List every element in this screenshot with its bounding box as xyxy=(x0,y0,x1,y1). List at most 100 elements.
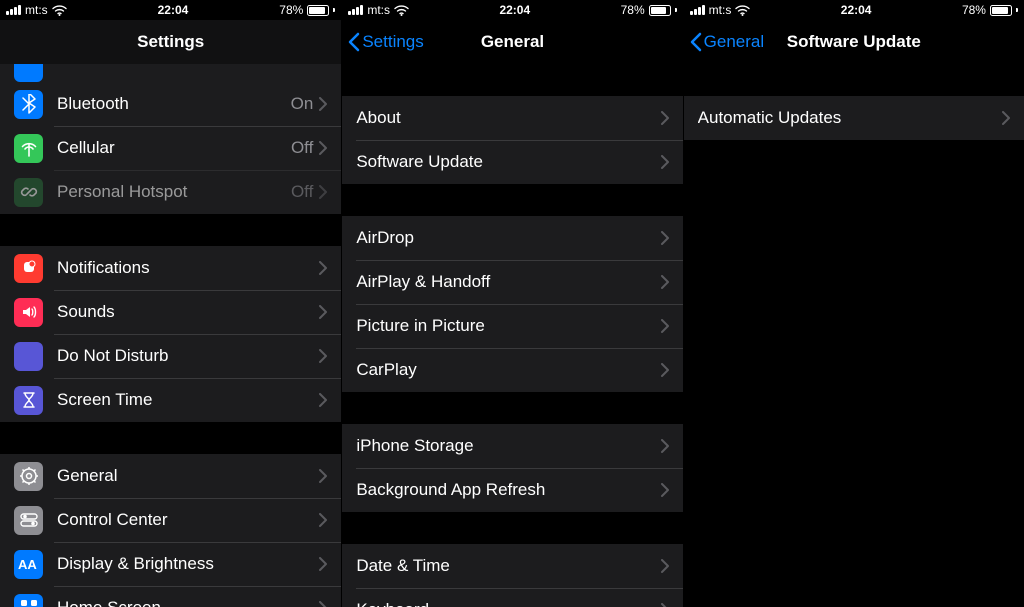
settings-row[interactable]: Control Center xyxy=(0,498,341,542)
status-bar: mt:s 22:04 78% xyxy=(0,0,341,20)
cell-label: General xyxy=(57,466,319,486)
cell-label: Software Update xyxy=(356,152,660,172)
settings-row[interactable]: Cellular Off xyxy=(0,126,341,170)
cell-label: Cellular xyxy=(57,138,291,158)
settings-row[interactable]: Notifications xyxy=(0,246,341,290)
settings-row[interactable]: Software Update xyxy=(342,140,682,184)
settings-row[interactable]: Home Screen xyxy=(0,586,341,607)
cell-value: Off xyxy=(291,138,313,158)
nav-title: Settings xyxy=(137,32,204,52)
battery-percent: 78% xyxy=(962,3,986,17)
chevron-right-icon xyxy=(319,469,327,483)
nav-bar: Settings General xyxy=(342,20,682,64)
chevron-right-icon xyxy=(661,439,669,453)
partial-row xyxy=(0,64,341,82)
signal-bars-icon xyxy=(690,5,705,15)
grid-icon xyxy=(14,594,43,607)
nav-back-button[interactable]: General xyxy=(690,20,764,64)
battery-percent: 78% xyxy=(621,3,645,17)
signal-bars-icon xyxy=(6,5,21,15)
status-bar: mt:s 22:04 78% xyxy=(342,0,682,20)
cell-label: Personal Hotspot xyxy=(57,182,291,202)
chevron-right-icon xyxy=(661,231,669,245)
settings-row[interactable]: About xyxy=(342,96,682,140)
link-icon xyxy=(14,178,43,207)
settings-row[interactable]: Sounds xyxy=(0,290,341,334)
chevron-right-icon xyxy=(319,261,327,275)
settings-row[interactable]: Background App Refresh xyxy=(342,468,682,512)
cell-label: Sounds xyxy=(57,302,319,322)
settings-row[interactable]: AirDrop xyxy=(342,216,682,260)
settings-row[interactable]: Screen Time xyxy=(0,378,341,422)
nav-bar: Settings xyxy=(0,20,341,64)
chevron-right-icon xyxy=(661,483,669,497)
nav-back-label: General xyxy=(704,32,764,52)
phone-screen: mt:s 22:04 78% Settings General About So… xyxy=(341,0,682,607)
settings-row[interactable]: Date & Time xyxy=(342,544,682,588)
cell-label: Display & Brightness xyxy=(57,554,319,574)
settings-group: iPhone Storage Background App Refresh xyxy=(342,424,682,512)
settings-row[interactable]: Keyboard xyxy=(342,588,682,607)
settings-group: Bluetooth On Cellular Off Personal Hotsp… xyxy=(0,82,341,214)
cell-label: Do Not Disturb xyxy=(57,346,319,366)
switches-icon xyxy=(14,506,43,535)
chevron-right-icon xyxy=(661,155,669,169)
settings-row[interactable]: Do Not Disturb xyxy=(0,334,341,378)
chevron-right-icon xyxy=(319,601,327,607)
cell-label: Date & Time xyxy=(356,556,660,576)
hourglass-icon xyxy=(14,386,43,415)
cell-label: Bluetooth xyxy=(57,94,291,114)
scroll-area[interactable]: Bluetooth On Cellular Off Personal Hotsp… xyxy=(0,64,341,607)
scroll-area[interactable]: Automatic Updates xyxy=(684,64,1024,607)
wifi-icon xyxy=(52,5,67,16)
settings-row[interactable]: Bluetooth On xyxy=(0,82,341,126)
carrier-label: mt:s xyxy=(367,3,390,17)
nav-bar: General Software Update xyxy=(684,20,1024,64)
settings-row[interactable]: AA Display & Brightness xyxy=(0,542,341,586)
cell-label: Screen Time xyxy=(57,390,319,410)
scroll-area[interactable]: About Software Update AirDrop AirPlay & … xyxy=(342,64,682,607)
battery-percent: 78% xyxy=(279,3,303,17)
cell-label: Background App Refresh xyxy=(356,480,660,500)
chevron-left-icon xyxy=(690,32,702,52)
bell-icon xyxy=(14,254,43,283)
phone-screen: mt:s 22:04 78% General Software Update A… xyxy=(683,0,1024,607)
settings-row[interactable]: Automatic Updates xyxy=(684,96,1024,140)
cell-label: Keyboard xyxy=(356,600,660,607)
nav-title: Software Update xyxy=(787,32,921,52)
settings-row[interactable]: iPhone Storage xyxy=(342,424,682,468)
settings-row[interactable]: Personal Hotspot Off xyxy=(0,170,341,214)
nav-back-button[interactable]: Settings xyxy=(348,20,423,64)
carrier-label: mt:s xyxy=(709,3,732,17)
aa-icon: AA xyxy=(14,550,43,579)
chevron-right-icon xyxy=(319,557,327,571)
settings-group: About Software Update xyxy=(342,96,682,184)
chevron-right-icon xyxy=(319,513,327,527)
battery-icon xyxy=(990,5,1012,16)
status-bar: mt:s 22:04 78% xyxy=(684,0,1024,20)
cell-label: Automatic Updates xyxy=(698,108,1002,128)
nav-title: General xyxy=(481,32,544,52)
cell-label: CarPlay xyxy=(356,360,660,380)
chevron-right-icon xyxy=(319,141,327,155)
chevron-right-icon xyxy=(1002,111,1010,125)
chevron-right-icon xyxy=(319,185,327,199)
settings-row[interactable]: General xyxy=(0,454,341,498)
battery-icon xyxy=(649,5,671,16)
settings-row[interactable]: CarPlay xyxy=(342,348,682,392)
bluetooth-icon xyxy=(14,90,43,119)
settings-group: Notifications Sounds Do Not Disturb Scre… xyxy=(0,246,341,422)
antenna-icon xyxy=(14,134,43,163)
settings-row[interactable]: AirPlay & Handoff xyxy=(342,260,682,304)
cell-label: iPhone Storage xyxy=(356,436,660,456)
settings-row[interactable]: Picture in Picture xyxy=(342,304,682,348)
settings-group: AirDrop AirPlay & Handoff Picture in Pic… xyxy=(342,216,682,392)
wifi-icon xyxy=(394,5,409,16)
chevron-right-icon xyxy=(661,559,669,573)
nav-back-label: Settings xyxy=(362,32,423,52)
cell-label: About xyxy=(356,108,660,128)
chevron-right-icon xyxy=(661,603,669,607)
cell-label: Notifications xyxy=(57,258,319,278)
wifi-icon xyxy=(735,5,750,16)
chevron-right-icon xyxy=(661,363,669,377)
